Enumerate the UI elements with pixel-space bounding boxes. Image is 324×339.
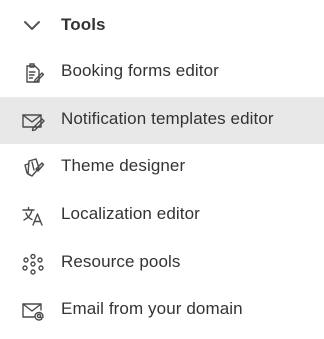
tools-menu-panel: Tools Booking forms editor Notification … [0, 0, 324, 339]
email-at-icon [20, 299, 46, 323]
menu-item-label: Resource pools [61, 252, 181, 271]
menu-item-resource-pools[interactable]: Resource pools [0, 240, 324, 287]
tools-section-header[interactable]: Tools [0, 0, 324, 50]
chevron-down-icon[interactable] [22, 17, 42, 33]
menu-item-label: Email from your domain [61, 299, 243, 318]
menu-item-label: Booking forms editor [61, 61, 219, 80]
translate-icon [20, 204, 46, 228]
menu-item-label: Localization editor [61, 204, 200, 223]
envelope-edit-icon [20, 109, 46, 133]
menu-item-notification-templates-editor[interactable]: Notification templates editor [0, 97, 324, 144]
tools-section-title: Tools [61, 15, 106, 34]
menu-item-booking-forms-editor[interactable]: Booking forms editor [0, 49, 324, 96]
menu-item-localization-editor[interactable]: Localization editor [0, 192, 324, 239]
menu-item-theme-designer[interactable]: Theme designer [0, 144, 324, 191]
form-edit-icon [20, 61, 46, 85]
menu-item-email-from-your-domain[interactable]: Email from your domain [0, 287, 324, 334]
resource-pool-icon [20, 252, 46, 276]
paint-palette-icon [20, 156, 46, 180]
menu-item-label: Notification templates editor [61, 109, 274, 128]
menu-item-label: Theme designer [61, 156, 186, 175]
